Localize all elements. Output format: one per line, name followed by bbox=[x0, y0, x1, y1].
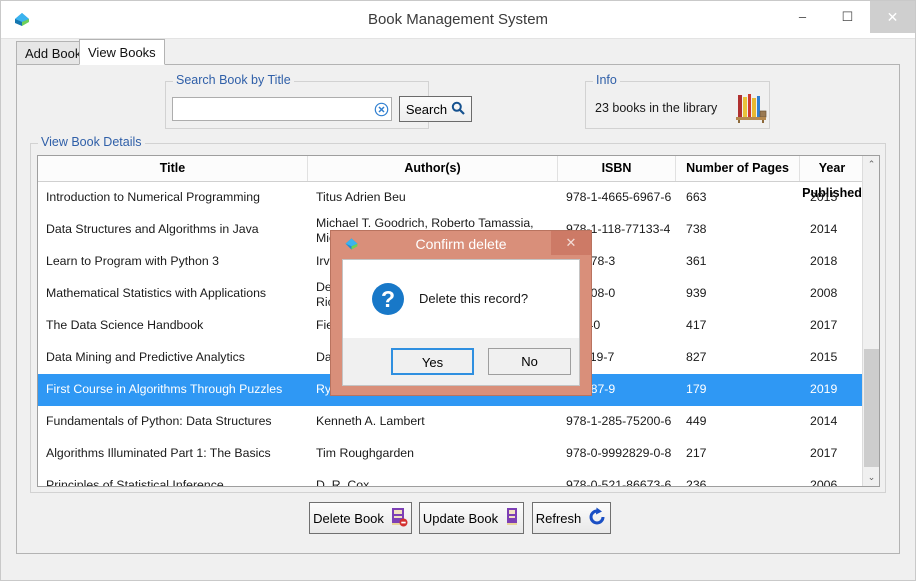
clear-circle-icon[interactable] bbox=[374, 102, 389, 117]
cell-pages: 738 bbox=[686, 222, 707, 236]
cell-pages: 827 bbox=[686, 350, 707, 364]
delete-book-button-label: Delete Book bbox=[313, 510, 384, 526]
dialog-message: Delete this record? bbox=[419, 291, 529, 306]
close-button[interactable]: ✕ bbox=[870, 1, 915, 33]
cell-isbn: 978-1-285-75200-6 bbox=[566, 414, 672, 428]
window-titlebar: Book Management System – ☐ ✕ bbox=[1, 1, 915, 39]
update-book-button[interactable]: Update Book bbox=[419, 502, 524, 534]
cell-pages: 939 bbox=[686, 286, 707, 300]
search-button[interactable]: Search bbox=[399, 96, 472, 122]
refresh-icon bbox=[587, 507, 607, 530]
dialog-no-button[interactable]: No bbox=[488, 348, 571, 375]
minimize-button[interactable]: – bbox=[780, 1, 825, 33]
dialog-close-button[interactable]: ✕ bbox=[551, 231, 591, 255]
library-count-text: 23 books in the library bbox=[595, 101, 718, 115]
cell-pages: 217 bbox=[686, 446, 707, 460]
maximize-button[interactable]: ☐ bbox=[825, 1, 870, 33]
cell-title: Principles of Statistical Inference bbox=[46, 478, 224, 487]
cell-title: Fundamentals of Python: Data Structures bbox=[46, 414, 272, 428]
cell-title: The Data Science Handbook bbox=[46, 318, 204, 332]
dialog-body: ? Delete this record? bbox=[342, 259, 580, 338]
cell-title: Algorithms Illuminated Part 1: The Basic… bbox=[46, 446, 271, 460]
table-row[interactable]: Fundamentals of Python: Data Structures K… bbox=[38, 406, 864, 438]
table-row[interactable]: Principles of Statistical Inference D. R.… bbox=[38, 470, 864, 487]
cell-pages: 236 bbox=[686, 478, 707, 487]
magnifier-icon bbox=[451, 101, 465, 118]
cell-author: Kenneth A. Lambert bbox=[316, 414, 425, 428]
cell-title: Mathematical Statistics with Application… bbox=[46, 286, 267, 300]
info-group: Info 23 books in the library bbox=[585, 73, 770, 129]
tabstrip: Add Book View Books bbox=[16, 39, 900, 65]
cell-pages: 179 bbox=[686, 382, 707, 396]
column-header-author[interactable]: Author(s) bbox=[308, 156, 558, 181]
dialog-yes-button[interactable]: Yes bbox=[391, 348, 474, 375]
cell-pages: 449 bbox=[686, 414, 707, 428]
cell-title: Data Mining and Predictive Analytics bbox=[46, 350, 245, 364]
cell-author: D. R. Cox bbox=[316, 478, 370, 487]
search-input[interactable] bbox=[172, 97, 392, 121]
info-group-label: Info bbox=[593, 73, 620, 87]
refresh-button-label: Refresh bbox=[535, 510, 582, 526]
delete-book-button[interactable]: Delete Book bbox=[309, 502, 412, 534]
window-title: Book Management System bbox=[367, 11, 549, 28]
column-header-year[interactable]: Year Published bbox=[800, 156, 864, 200]
scroll-down-arrow-icon[interactable]: ⌄ bbox=[863, 469, 879, 486]
cell-pages: 417 bbox=[686, 318, 707, 332]
dialog-footer: Yes No bbox=[342, 338, 580, 386]
scrollbar-thumb[interactable] bbox=[864, 349, 879, 467]
cell-isbn: 978-0-521-86673-6 bbox=[566, 478, 672, 487]
cell-title: First Course in Algorithms Through Puzzl… bbox=[46, 382, 283, 396]
cell-pages: 361 bbox=[686, 254, 707, 268]
refresh-button[interactable]: Refresh bbox=[532, 502, 611, 534]
cell-pages: 663 bbox=[686, 190, 707, 204]
search-group: Search Book by Title Search bbox=[165, 73, 472, 129]
scroll-up-arrow-icon[interactable]: ⌃ bbox=[863, 156, 879, 173]
cell-title: Learn to Program with Python 3 bbox=[46, 254, 219, 268]
tab-view-books[interactable]: View Books bbox=[79, 39, 165, 65]
update-book-button-label: Update Book bbox=[422, 510, 499, 526]
book-delete-icon bbox=[390, 507, 408, 530]
cell-isbn: 978-1-4665-6967-6 bbox=[566, 190, 672, 204]
table-header-row: Title Author(s) ISBN Number of Pages Yea… bbox=[38, 156, 864, 200]
cell-isbn: 978-0-9992829-0-8 bbox=[566, 446, 672, 460]
book-update-icon bbox=[504, 507, 520, 530]
cell-author: Tim Roughgarden bbox=[316, 446, 414, 460]
bookshelf-icon bbox=[734, 91, 768, 123]
svg-text:?: ? bbox=[381, 286, 395, 312]
question-mark-icon: ? bbox=[371, 282, 405, 316]
table-vertical-scrollbar[interactable]: ⌃ ⌄ bbox=[862, 156, 879, 486]
column-header-isbn[interactable]: ISBN bbox=[558, 156, 676, 181]
search-group-label: Search Book by Title bbox=[173, 73, 294, 87]
cell-author: Titus Adrien Beu bbox=[316, 190, 406, 204]
application-window: Book Management System – ☐ ✕ Add Book Vi… bbox=[0, 0, 916, 581]
confirm-delete-dialog: Confirm delete ✕ ? Delete this record? Y… bbox=[330, 230, 592, 396]
cell-title: Data Structures and Algorithms in Java bbox=[46, 222, 259, 236]
table-row[interactable]: Algorithms Illuminated Part 1: The Basic… bbox=[38, 438, 864, 470]
search-button-label: Search bbox=[405, 101, 448, 117]
column-header-pages[interactable]: Number of Pages bbox=[676, 156, 800, 181]
cell-title: Introduction to Numerical Programming bbox=[46, 190, 260, 204]
table-row[interactable]: Introduction to Numerical Programming Tit… bbox=[38, 182, 864, 214]
book-details-label: View Book Details bbox=[38, 135, 145, 149]
dialog-titlebar: Confirm delete ✕ bbox=[331, 231, 591, 257]
column-header-title[interactable]: Title bbox=[38, 156, 308, 181]
